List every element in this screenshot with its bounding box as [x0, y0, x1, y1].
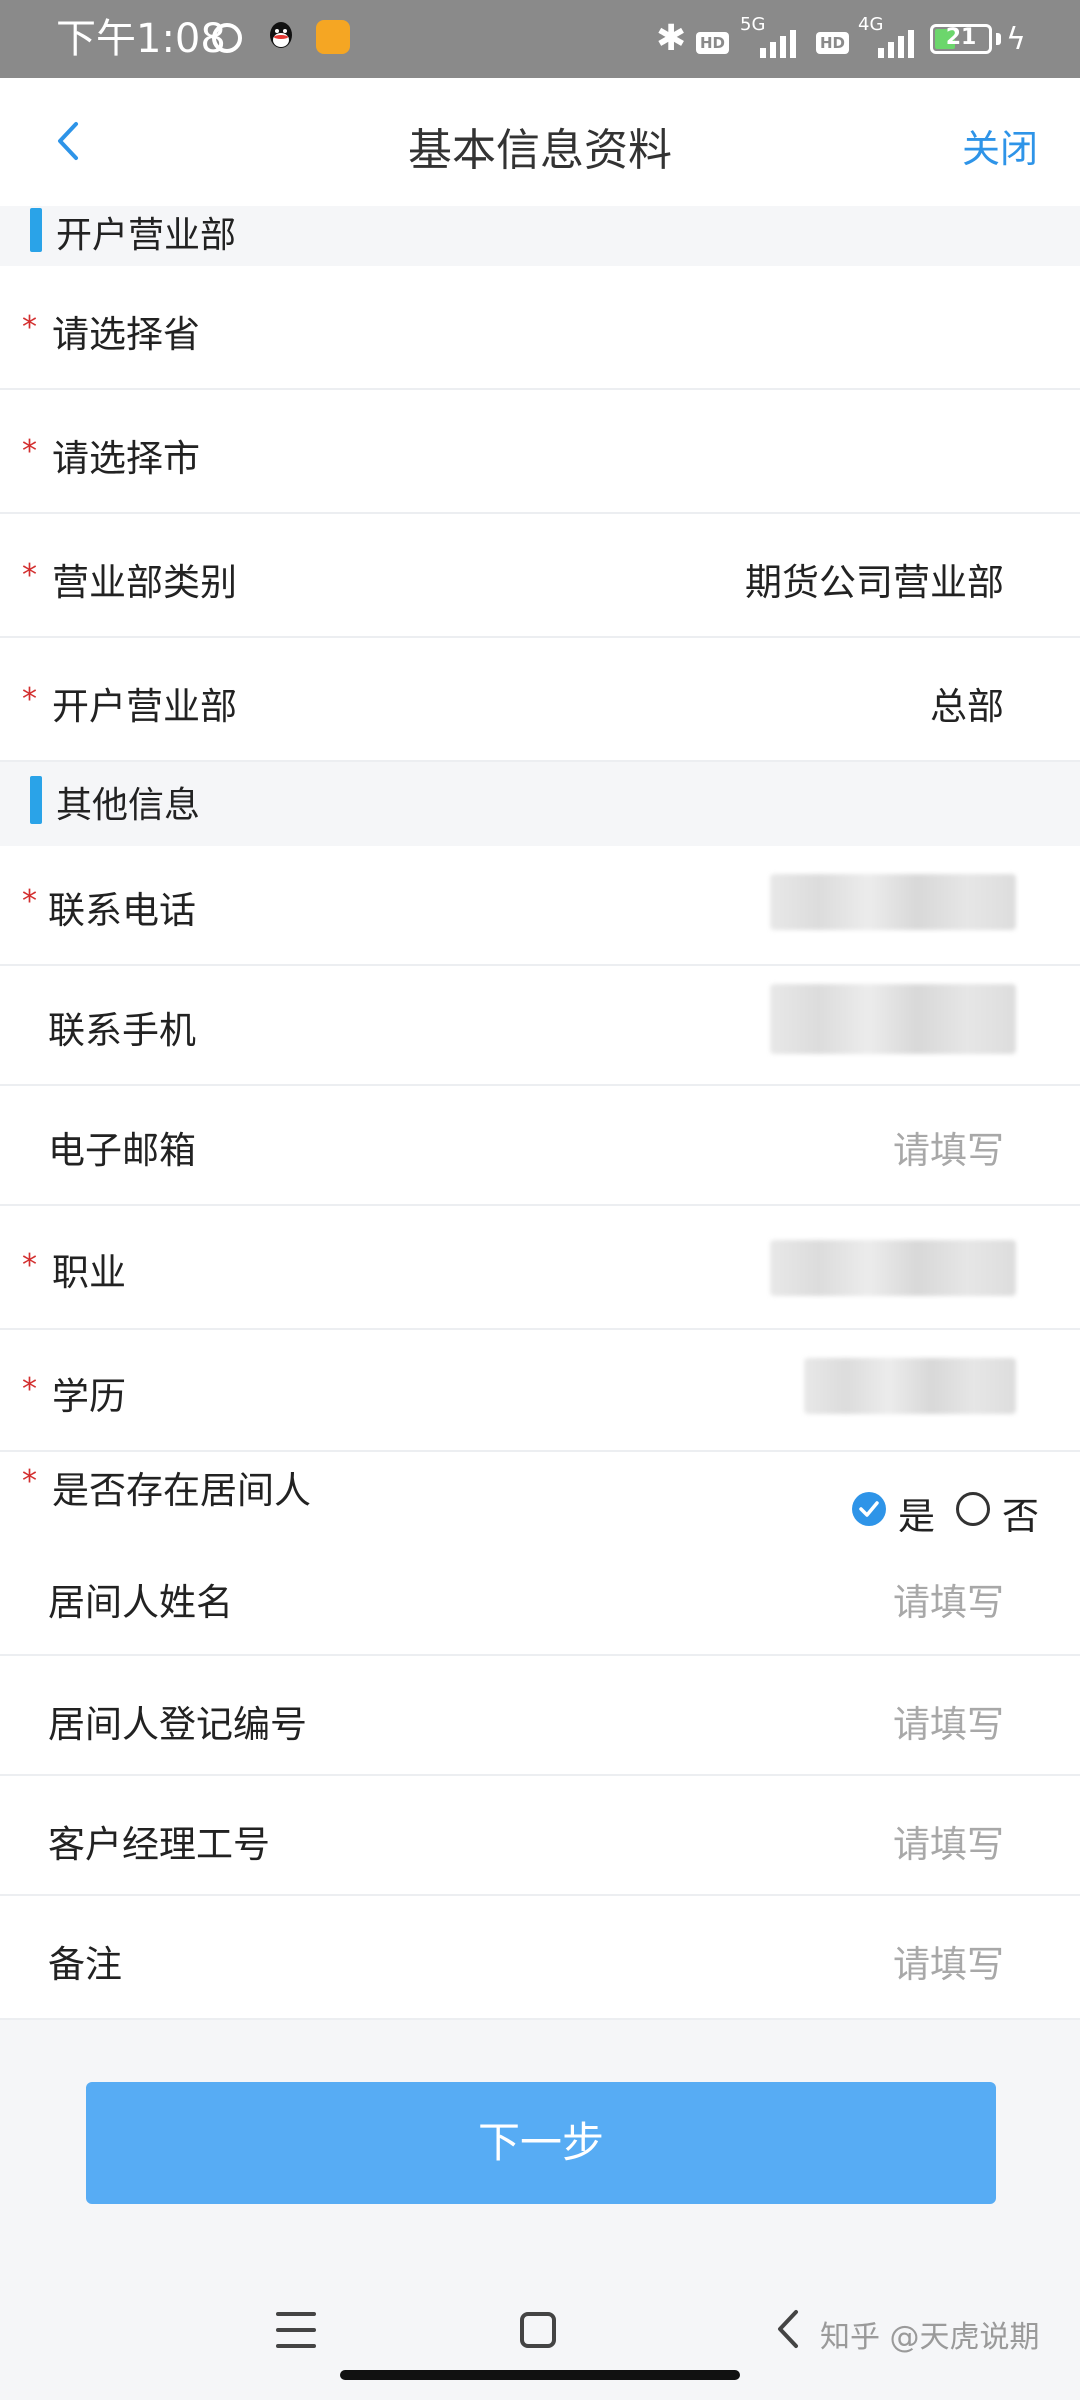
redacted-value — [804, 1358, 1016, 1414]
required-mark: * — [22, 1248, 37, 1283]
required-mark: * — [22, 1372, 37, 1407]
field-placeholder: 请填写 — [893, 1703, 1004, 1746]
required-mark: * — [22, 884, 37, 919]
section-marker — [30, 776, 42, 824]
field-placeholder: 请填写 — [893, 1943, 1004, 1986]
required-mark: * — [22, 1464, 37, 1499]
required-mark: * — [22, 434, 37, 469]
dept-select[interactable]: * 开户营业部 总部 — [0, 638, 1080, 762]
status-bar: 下午1:08 ✱ HD 5G HD 4G 21 ϟ — [0, 0, 1080, 78]
hd-badge: HD — [816, 32, 850, 54]
field-label: 联系手机 — [48, 1009, 196, 1052]
nav-header: 基本信息资料 关闭 — [0, 78, 1080, 206]
field-label: 学历 — [52, 1375, 126, 1418]
redacted-value — [770, 1240, 1016, 1296]
bluetooth-icon: ✱ — [656, 18, 687, 59]
required-mark: * — [22, 310, 37, 345]
city-select[interactable]: * 请选择市 — [0, 390, 1080, 514]
field-placeholder: 请填写 — [893, 1823, 1004, 1866]
field-placeholder: 请填写 — [893, 1129, 1004, 1172]
section-marker — [30, 208, 42, 252]
radio-no[interactable] — [956, 1492, 990, 1526]
radio-yes[interactable] — [852, 1492, 886, 1526]
field-label: 请选择市 — [52, 437, 200, 480]
section-header-account-dept: 开户营业部 — [0, 206, 1080, 266]
close-button[interactable]: 关闭 — [962, 118, 1038, 173]
section-title: 其他信息 — [56, 785, 201, 826]
field-value: 期货公司营业部 — [745, 561, 1004, 604]
required-mark: * — [22, 558, 37, 593]
intermediary-radio-group: * 是否存在居间人 是 否 — [0, 1452, 1080, 1538]
field-label: 开户营业部 — [52, 685, 237, 728]
home-indicator[interactable] — [340, 2370, 740, 2380]
status-time: 下午1:08 — [56, 16, 226, 62]
job-select[interactable]: * 职业 — [0, 1206, 1080, 1330]
alarm-icon — [212, 23, 242, 53]
field-label: 电子邮箱 — [48, 1129, 196, 1172]
field-label: 居间人登记编号 — [48, 1703, 307, 1746]
required-mark: * — [22, 682, 37, 717]
battery-icon: 21 — [930, 24, 992, 54]
field-label: 职业 — [52, 1251, 126, 1294]
menu-icon[interactable] — [276, 2312, 316, 2348]
education-select[interactable]: * 学历 — [0, 1330, 1080, 1452]
field-label: 居间人姓名 — [48, 1581, 233, 1624]
home-icon[interactable] — [520, 2312, 556, 2348]
field-value: 总部 — [930, 685, 1004, 728]
manager-id-field[interactable]: 客户经理工号 请填写 — [0, 1776, 1080, 1896]
hd-badge: HD — [696, 32, 730, 54]
province-select[interactable]: * 请选择省 — [0, 266, 1080, 390]
field-label: 客户经理工号 — [48, 1823, 270, 1866]
field-label: 请选择省 — [52, 313, 200, 356]
battery-tip — [996, 33, 1001, 45]
field-placeholder: 请填写 — [893, 1581, 1004, 1624]
email-field[interactable]: 电子邮箱 请填写 — [0, 1086, 1080, 1206]
section-header-other-info: 其他信息 — [0, 762, 1080, 846]
intermediary-name-field[interactable]: 居间人姓名 请填写 — [0, 1532, 1080, 1656]
signal-icon — [878, 30, 914, 58]
field-label: 联系电话 — [48, 889, 196, 932]
next-step-button[interactable]: 下一步 — [86, 2082, 996, 2204]
section-title: 开户营业部 — [56, 215, 237, 256]
phone-field[interactable]: * 联系电话 — [0, 846, 1080, 966]
signal-icon — [760, 30, 796, 58]
qq-icon — [270, 22, 292, 48]
watermark: 知乎 @天虎说期 — [820, 2320, 1040, 2355]
dept-type-select[interactable]: * 营业部类别 期货公司营业部 — [0, 514, 1080, 638]
radio-options: 是 否 — [844, 1486, 1044, 1538]
redacted-value — [770, 984, 1016, 1054]
charging-icon: ϟ — [1006, 22, 1026, 57]
field-label: 营业部类别 — [52, 561, 237, 604]
page-title: 基本信息资料 — [408, 125, 672, 176]
intermediary-reg-field[interactable]: 居间人登记编号 请填写 — [0, 1656, 1080, 1776]
field-label: 是否存在居间人 — [52, 1469, 311, 1512]
battery-level: 21 — [945, 25, 977, 50]
field-label: 备注 — [48, 1943, 122, 1986]
remark-field[interactable]: 备注 请填写 — [0, 1896, 1080, 2020]
message-app-icon — [316, 20, 350, 54]
back-nav-icon[interactable] — [770, 2304, 810, 2354]
redacted-value — [770, 874, 1016, 930]
mobile-field[interactable]: 联系手机 — [0, 966, 1080, 1086]
